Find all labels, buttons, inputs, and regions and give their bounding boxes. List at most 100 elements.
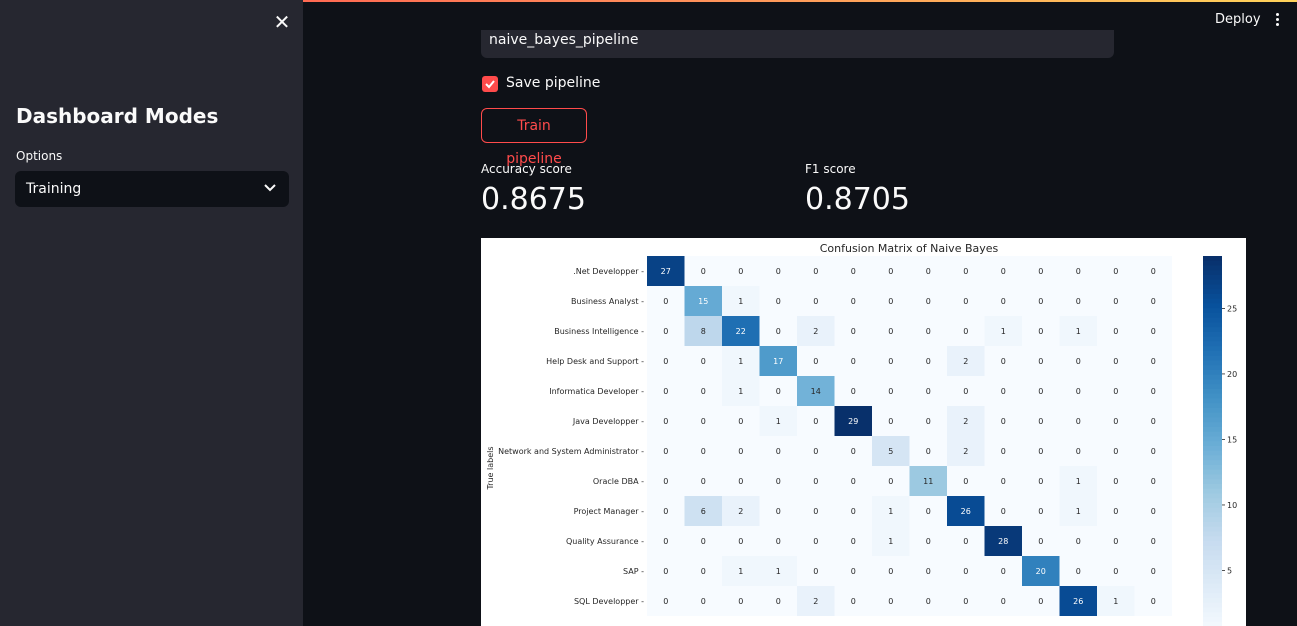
heatmap-cell-label: 0 <box>1076 417 1081 426</box>
heatmap-cell-label: 0 <box>926 327 931 336</box>
heatmap-cell-label: 0 <box>963 477 968 486</box>
colorbar-segment <box>1203 374 1222 381</box>
heatmap-cell-label: 0 <box>1076 387 1081 396</box>
colorbar-segment <box>1203 455 1222 461</box>
heatmap-cell-label: 0 <box>1038 297 1043 306</box>
heatmap-cell-label: 0 <box>663 297 668 306</box>
heatmap-cell-label: 27 <box>661 267 671 276</box>
heatmap-cell-label: 0 <box>738 477 743 486</box>
row-tick-label: Network and System Administrator - <box>498 447 644 456</box>
heatmap-cell-label: 2 <box>813 327 818 336</box>
heatmap-cell-label: 0 <box>1113 537 1118 546</box>
heatmap-cell-label: 1 <box>1076 327 1081 336</box>
heatmap-cell-label: 0 <box>813 297 818 306</box>
heatmap-cell-label: 0 <box>1001 417 1006 426</box>
y-axis-label: True labels <box>486 446 495 490</box>
heatmap-cell-label: 0 <box>926 597 931 606</box>
heatmap-cell-label: 0 <box>851 597 856 606</box>
heatmap-cell-label: 0 <box>1076 297 1081 306</box>
heatmap-cell-label: 0 <box>1038 267 1043 276</box>
heatmap-cell-label: 0 <box>813 267 818 276</box>
colorbar-segment <box>1203 517 1222 523</box>
colorbar-segment <box>1203 598 1222 604</box>
colorbar-segment <box>1203 417 1222 423</box>
heatmap-cell-label: 0 <box>776 297 781 306</box>
heatmap-cell-label: 0 <box>1001 477 1006 486</box>
colorbar-segment <box>1203 317 1222 324</box>
heatmap-cell-label: 0 <box>1001 567 1006 576</box>
colorbar-segment <box>1203 412 1222 419</box>
heatmap-cell-label: 0 <box>1038 447 1043 456</box>
heatmap-cell-label: 11 <box>923 477 933 486</box>
train-pipeline-button[interactable]: Train pipeline <box>481 108 587 167</box>
heatmap-cell-label: 0 <box>663 417 668 426</box>
main-menu-icon[interactable] <box>1270 12 1284 30</box>
heatmap-cell-label: 0 <box>813 537 818 546</box>
heatmap-cell-label: 0 <box>1038 597 1043 606</box>
heatmap-cell-label: 0 <box>663 507 668 516</box>
colorbar-segment <box>1203 507 1222 514</box>
heatmap-cell-label: 0 <box>776 267 781 276</box>
heatmap-cell-label: 0 <box>1151 387 1156 396</box>
heatmap-cell-label: 0 <box>1038 387 1043 396</box>
close-sidebar-icon[interactable]: ✕ <box>272 12 292 32</box>
heatmap-cell-label: 26 <box>961 507 971 516</box>
colorbar-segment <box>1203 279 1222 286</box>
save-pipeline-checkbox[interactable] <box>482 76 498 92</box>
heatmap-cell-label: 0 <box>813 567 818 576</box>
colorbar-segment <box>1203 579 1222 585</box>
heatmap-cell-label: 0 <box>888 327 893 336</box>
heatmap-cell-label: 0 <box>663 597 668 606</box>
options-label: Options <box>16 149 63 163</box>
colorbar-segment <box>1203 498 1222 504</box>
confusion-matrix-svg: Confusion Matrix of Naive Bayes True lab… <box>486 242 1237 626</box>
heatmap-cell-label: 0 <box>738 447 743 456</box>
heatmap-cell-label: 0 <box>1113 327 1118 336</box>
heatmap-cell-label: 1 <box>738 297 743 306</box>
colorbar-segment <box>1203 365 1222 371</box>
row-tick-label: SAP - <box>623 567 644 576</box>
heatmap-cell-label: 0 <box>1151 417 1156 426</box>
colorbar-segment <box>1203 621 1222 626</box>
heatmap-cell-label: 0 <box>776 447 781 456</box>
heatmap-cell-label: 0 <box>663 447 668 456</box>
colorbar-segment <box>1203 436 1222 442</box>
heatmap-cell-label: 1 <box>1001 327 1006 336</box>
heatmap-cell-label: 0 <box>1001 507 1006 516</box>
colorbar-segment <box>1203 408 1222 414</box>
heatmap-cell-label: 0 <box>1113 567 1118 576</box>
heatmap-cell-label: 22 <box>736 327 746 336</box>
colorbar-segment <box>1203 474 1222 480</box>
heatmap-cell-label: 0 <box>663 357 668 366</box>
save-pipeline-label: Save pipeline <box>506 75 601 91</box>
mode-select[interactable]: Training <box>15 171 289 207</box>
heatmap-cell-label: 2 <box>813 597 818 606</box>
heatmap-cell-label: 0 <box>1151 447 1156 456</box>
heatmap-cell-label: 0 <box>701 447 706 456</box>
mode-select-value: Training <box>26 181 82 197</box>
colorbar-segment <box>1203 360 1222 366</box>
heatmap-cell-label: 0 <box>1113 477 1118 486</box>
heatmap-cell-label: 0 <box>701 357 706 366</box>
heatmap-cell-label: 2 <box>963 417 968 426</box>
heatmap-cell-label: 0 <box>963 267 968 276</box>
heatmap-cell-label: 0 <box>851 267 856 276</box>
heatmap-cell-label: 0 <box>1076 567 1081 576</box>
deploy-button[interactable]: Deploy <box>1215 12 1261 27</box>
colorbar-tick-label: 15 <box>1227 435 1237 444</box>
colorbar-segment <box>1203 550 1222 556</box>
colorbar-segment <box>1203 465 1222 471</box>
colorbar-segment <box>1203 398 1222 404</box>
heatmap-cell-label: 0 <box>1151 357 1156 366</box>
pipeline-name-input[interactable]: naive_bayes_pipeline <box>481 30 1114 58</box>
heatmap-cell-label: 0 <box>926 357 931 366</box>
colorbar-segment <box>1203 289 1222 295</box>
heatmap-cell-label: 0 <box>926 507 931 516</box>
heatmap-cell-label: 0 <box>888 267 893 276</box>
heatmap-cell-label: 0 <box>813 447 818 456</box>
colorbar-tick-label: 5 <box>1227 566 1232 575</box>
heatmap-cell-label: 0 <box>926 447 931 456</box>
colorbar-segment <box>1203 265 1222 271</box>
colorbar-segment <box>1203 541 1222 547</box>
colorbar-segment <box>1203 351 1222 357</box>
